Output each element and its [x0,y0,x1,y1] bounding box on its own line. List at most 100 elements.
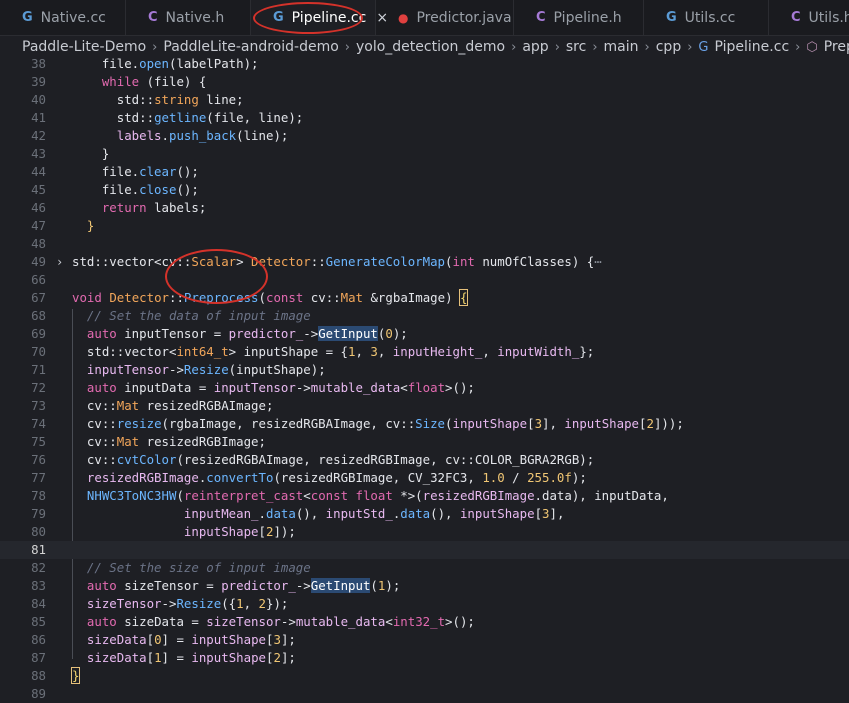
code-token: 3 [542,506,550,521]
code-line[interactable]: 75 cv::Mat resizedRGBImage; [0,433,849,451]
code-line[interactable]: 70 std::vector<int64_t> inputShape = {1,… [0,343,849,361]
breadcrumb-item[interactable]: Paddle-Lite-Demo [22,39,146,55]
code-token: Mat [116,398,140,413]
code-line[interactable]: 38 file.open(labelPath); [0,55,849,73]
code-line[interactable]: 87 sizeData[1] = inputShape[2]; [0,649,849,667]
breadcrumb-item[interactable]: cpp [656,39,681,55]
code-token: :: [169,290,184,305]
java-file-icon: ● [398,10,409,25]
tab-predictor-java[interactable]: ● Predictor.java [376,0,514,35]
code-token: sizeTensor [206,614,281,629]
breadcrumb-item[interactable]: Preprocess(cons [824,39,849,55]
tab-utils-h[interactable]: C Utils.h [769,0,849,35]
code-line[interactable]: 77 resizedRGBImage.convertTo(resizedRGBI… [0,469,849,487]
code-token: , [355,344,371,359]
code-token: (rgbaImage, resizedRGBAImage, cv:: [161,416,416,431]
code-editor[interactable]: 38 file.open(labelPath); 39 while (file) … [0,55,849,701]
c-header-icon: C [536,10,546,25]
code-token: Resize [176,596,222,611]
code-token: cv:: [72,416,117,431]
code-line[interactable]: 66 [0,271,849,289]
code-line[interactable]: 73 cv::Mat resizedRGBAImage; [0,397,849,415]
code-line[interactable]: 84 sizeTensor->Resize({1, 2}); [0,595,849,613]
code-token: inputShape [564,416,640,431]
line-number: 76 [31,452,46,467]
tab-utils-cc[interactable]: G Utils.cc [644,0,769,35]
code-line[interactable]: 47 } [0,217,849,235]
chevron-right-icon: › [152,39,158,55]
code-line[interactable]: 49 › std::vector<cv::Scalar> Detector::Gen… [0,253,849,271]
code-line[interactable]: 72 auto inputData = inputTensor->mutable… [0,379,849,397]
code-token: ⋯ [594,254,602,269]
code-text: std::vector<int64_t> inputShape = {1, 3,… [72,343,594,361]
tab-pipeline-h[interactable]: C Pipeline.h [514,0,644,35]
code-line[interactable]: 67 void Detector::Preprocess(const cv::Ma… [0,289,849,307]
code-token: 255.0f [527,470,572,485]
code-line[interactable]: 85 auto sizeData = sizeTensor->mutable_d… [0,613,849,631]
code-line[interactable]: 86 sizeData[0] = inputShape[3]; [0,631,849,649]
breadcrumb-item[interactable]: yolo_detection_demo [356,39,505,55]
code-token: inputShape [459,506,535,521]
breadcrumb-item[interactable]: app [522,39,548,55]
code-line[interactable]: 43 } [0,145,849,163]
code-token: [ [534,506,543,521]
line-number: 41 [31,110,46,125]
code-token: Resize [183,362,229,377]
code-line[interactable]: 88} [0,667,849,685]
c-file-icon: G [273,10,284,25]
chevron-right-icon: › [795,39,801,55]
code-token: (resizedRGBImage, CV_32FC3, [273,470,483,485]
code-text: } [70,667,81,685]
code-line[interactable]: 44 file.clear(); [0,163,849,181]
code-text: sizeData[1] = inputShape[2]; [72,649,296,667]
code-line[interactable]: 68 // Set the data of input image [0,307,849,325]
code-line[interactable]: 79 inputMean_.data(), inputStd_.data(), … [0,505,849,523]
breadcrumb-item[interactable]: PaddleLite-android-demo [163,39,338,55]
code-token: (resizedRGBAImage, resizedRGBImage, cv::… [176,452,595,467]
breadcrumb-item[interactable]: Pipeline.cc [715,39,790,55]
code-line[interactable]: 45 file.close(); [0,181,849,199]
code-token: const [266,290,304,305]
breadcrumb-item[interactable]: src [566,39,586,55]
c-header-icon: C [148,10,158,25]
code-line[interactable]: 74 cv::resize(rgbaImage, resizedRGBAImag… [0,415,849,433]
breadcrumb-item[interactable]: main [604,39,639,55]
tab-native-h[interactable]: C Native.h [126,0,251,35]
code-line[interactable]: 82 // Set the size of input image [0,559,849,577]
code-token: inputShape [183,524,259,539]
code-token: &rgbaImage) [363,290,460,305]
code-text: sizeTensor->Resize({1, 2}); [72,595,288,613]
line-number: 74 [31,416,46,431]
code-line[interactable]: 71 inputTensor->Resize(inputShape); [0,361,849,379]
code-line[interactable]: 80 inputShape[2]); [0,523,849,541]
tab-pipeline-cc[interactable]: G Pipeline.cc × [251,0,388,35]
code-line[interactable]: 83 auto sizeTensor = predictor_->GetInpu… [0,577,849,595]
code-token: file. [72,56,140,71]
code-token: std:: [72,110,155,125]
code-line[interactable]: 89 [0,685,849,703]
c-file-icon: G [22,10,33,25]
code-line[interactable]: 78 NHWC3ToNC3HW(reinterpret_cast<const f… [0,487,849,505]
code-text: resizedRGBImage.convertTo(resizedRGBImag… [72,469,587,487]
code-token: (), [295,506,326,521]
code-line[interactable]: 39 while (file) { [0,73,849,91]
code-token: 0 [154,632,162,647]
code-token: [ [639,416,647,431]
fold-chevron-icon[interactable]: › [56,253,63,271]
code-line[interactable]: 41 std::getline(file, line); [0,109,849,127]
code-line[interactable]: 69 auto inputTensor = predictor_->GetInp… [0,325,849,343]
code-token: data [265,506,296,521]
code-line[interactable]: 81 [0,541,849,559]
code-token: , [482,344,498,359]
code-token: inputTensor [72,362,169,377]
code-token: -> [295,578,311,593]
code-line[interactable]: 42 labels.push_back(line); [0,127,849,145]
code-line[interactable]: 76 cv::cvtColor(resizedRGBAImage, resize… [0,451,849,469]
tab-native-cc[interactable]: G Native.cc [0,0,126,35]
code-line[interactable]: 46 return labels; [0,199,849,217]
code-line[interactable]: 48 [0,235,849,253]
line-number: 89 [31,686,46,701]
code-line[interactable]: 40 std::string line; [0,91,849,109]
code-token: -> [280,614,296,629]
line-number: 75 [31,434,46,449]
